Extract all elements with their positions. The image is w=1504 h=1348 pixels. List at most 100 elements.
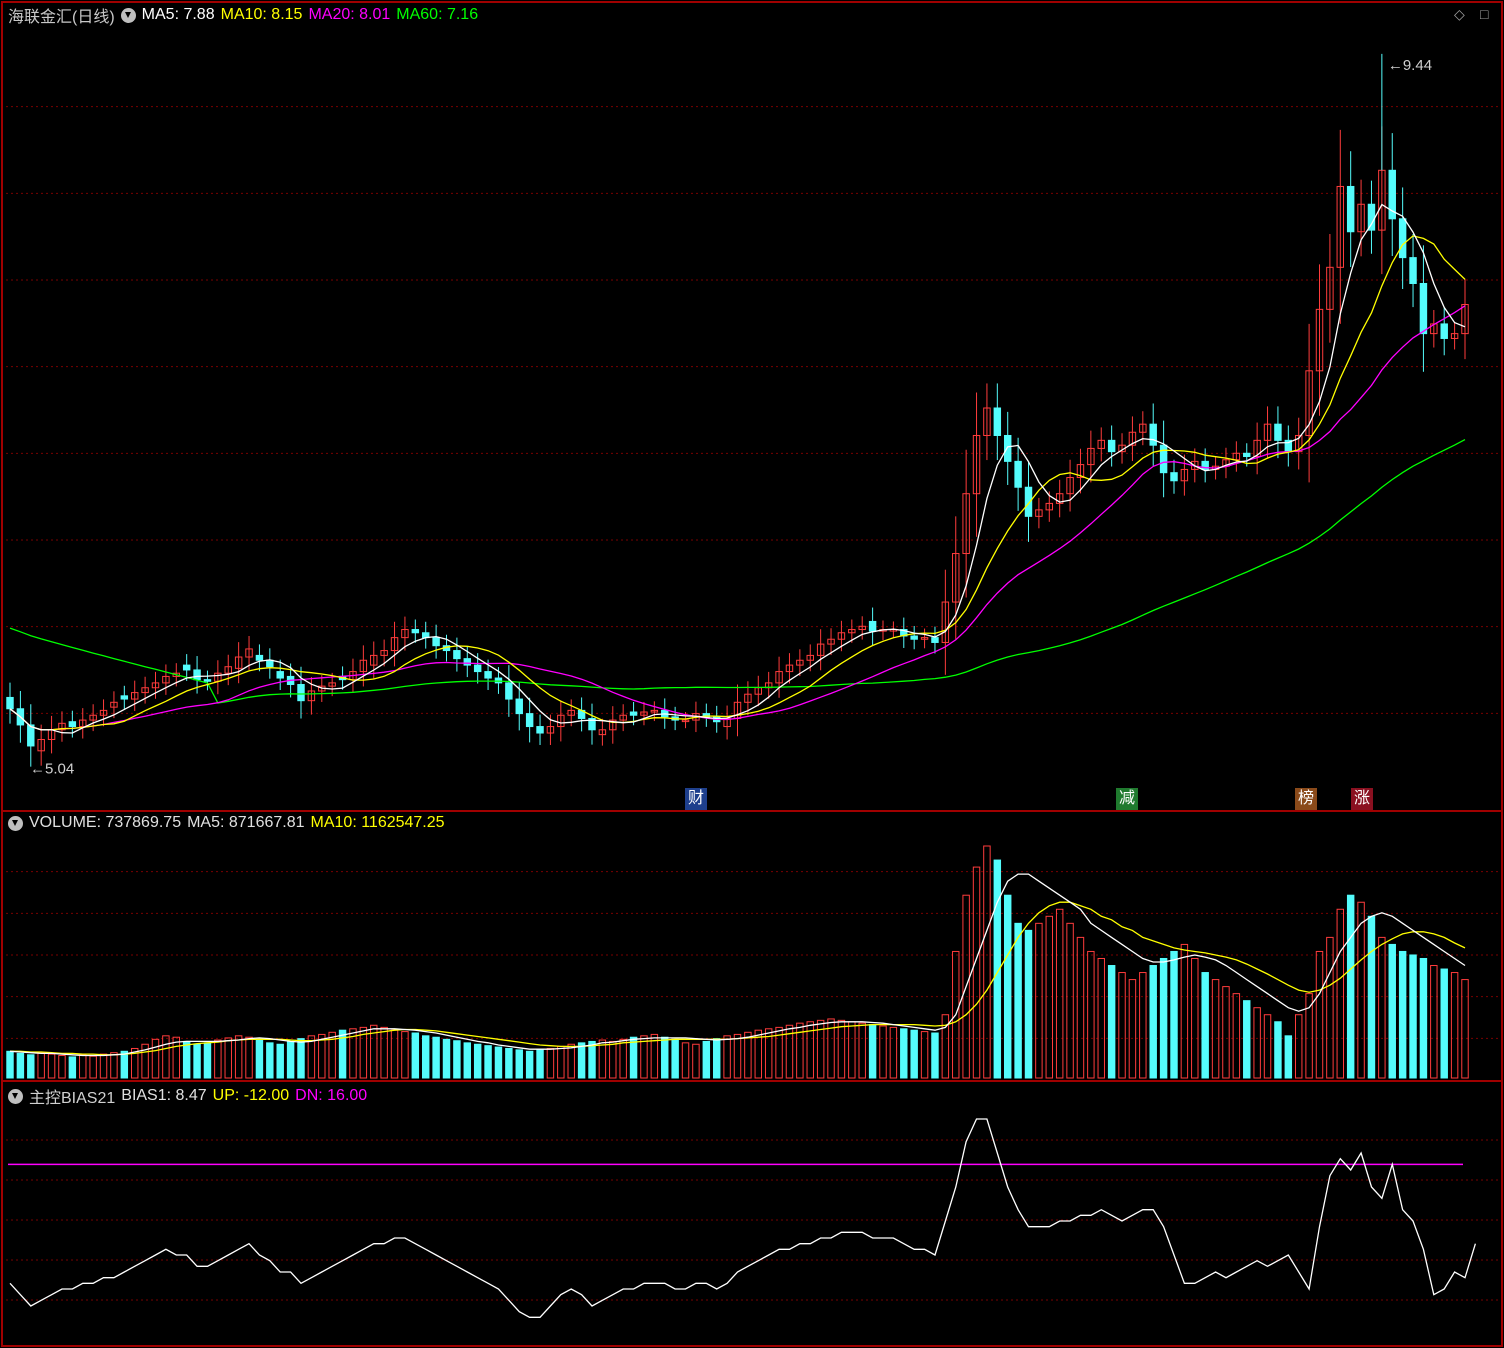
bias-panel-header: 主控BIAS21 BIAS1: 8.47 UP: -12.00 DN: 16.0… xyxy=(8,1084,367,1108)
volume-bar xyxy=(297,1038,305,1079)
tag-rise[interactable]: 涨 xyxy=(1351,788,1373,810)
tag-reduce[interactable]: 减 xyxy=(1116,788,1138,810)
volume-bar xyxy=(1180,943,1189,1079)
candle-body xyxy=(203,679,212,682)
candle-body xyxy=(1346,185,1355,233)
volume-bar xyxy=(900,1028,908,1079)
bias-settings-icon[interactable] xyxy=(8,1088,23,1104)
volume-bar xyxy=(1128,979,1137,1079)
volume-bar xyxy=(318,1033,326,1079)
volume-bar xyxy=(1139,972,1147,1079)
volume-bar xyxy=(1107,965,1116,1079)
candle-body xyxy=(1024,486,1033,517)
settings-icon[interactable] xyxy=(120,7,136,23)
tag-list[interactable]: 榜 xyxy=(1295,788,1317,810)
candle-body xyxy=(193,669,201,681)
volume-bar xyxy=(1346,894,1355,1079)
volume-bar xyxy=(1035,922,1043,1079)
volume-bar xyxy=(120,1050,129,1079)
stock-name: 海联金汇(日线) xyxy=(8,9,115,26)
candle-body xyxy=(484,671,492,679)
volume-bar xyxy=(286,1040,295,1079)
ma20-readout: MA20: 8.01 xyxy=(308,6,391,23)
candle-body xyxy=(1149,423,1157,446)
volume-bar xyxy=(1003,894,1012,1079)
ma60-readout: MA60: 7.16 xyxy=(396,6,479,23)
candle-body xyxy=(1274,423,1282,441)
volume-bar xyxy=(536,1049,544,1079)
volume-bar xyxy=(1253,1007,1261,1079)
volume-bar xyxy=(858,1022,866,1079)
volume-bar xyxy=(1024,929,1033,1079)
volume-bar xyxy=(1450,972,1459,1079)
candle-body xyxy=(27,724,35,747)
volume-bar xyxy=(837,1019,846,1079)
ma5-readout: MA5: 7.88 xyxy=(141,6,215,23)
candle-body xyxy=(463,658,472,666)
volume-bar xyxy=(1378,936,1386,1079)
volume-bar xyxy=(712,1038,721,1079)
volume-bar xyxy=(931,1032,939,1079)
volume-bar xyxy=(255,1038,264,1079)
price-panel-header: 海联金汇(日线) MA5: 7.88 MA10: 8.15 MA20: 8.01… xyxy=(8,3,478,27)
volume-bar xyxy=(1305,993,1313,1079)
volume-bar xyxy=(27,1054,35,1079)
volume-bar xyxy=(432,1036,440,1079)
candle-body xyxy=(1014,460,1022,488)
volume-settings-icon[interactable] xyxy=(8,815,23,831)
candle-body xyxy=(6,696,14,710)
diamond-icon[interactable]: ◇ xyxy=(1454,6,1465,23)
volume-bar xyxy=(390,1029,399,1079)
volume-bar xyxy=(68,1056,77,1079)
candle-body xyxy=(1409,257,1417,284)
candle-body xyxy=(473,664,482,673)
candle-body xyxy=(1440,323,1448,339)
volume-bar xyxy=(37,1052,45,1079)
volume-bar xyxy=(1440,968,1448,1079)
candle-body xyxy=(868,620,877,632)
volume-bar xyxy=(848,1021,856,1079)
volume-bar xyxy=(1149,965,1157,1079)
candle-body xyxy=(1003,434,1012,462)
volume-bar xyxy=(879,1025,887,1079)
volume-bar xyxy=(234,1035,243,1079)
volume-bar xyxy=(453,1040,461,1079)
candle-body xyxy=(453,650,461,660)
candle-body xyxy=(910,635,918,640)
volume-bar xyxy=(276,1043,284,1079)
volume-bar xyxy=(1336,908,1345,1079)
volume-bar xyxy=(567,1043,575,1079)
volume-bar xyxy=(702,1040,711,1079)
volume-bar xyxy=(172,1036,181,1079)
volume-bar xyxy=(473,1043,482,1079)
volume-bar xyxy=(1284,1035,1293,1079)
volume-bar xyxy=(214,1039,222,1079)
volume-bar xyxy=(266,1042,274,1079)
volume-bar xyxy=(629,1036,638,1079)
volume-bar xyxy=(671,1038,679,1079)
price-low-label: ←5.04 xyxy=(30,760,74,777)
candle-body xyxy=(1170,472,1178,482)
volume-bar xyxy=(1014,922,1022,1079)
volume-bar xyxy=(1087,950,1095,1079)
volume-bar xyxy=(245,1036,253,1079)
candle-body xyxy=(515,698,523,715)
square-icon[interactable]: □ xyxy=(1480,6,1488,22)
volume-bar xyxy=(661,1036,669,1079)
volume-bar xyxy=(1357,901,1365,1079)
ma10-readout: MA10: 8.15 xyxy=(220,6,303,23)
candle-body xyxy=(993,407,1002,436)
candle-body xyxy=(432,637,440,647)
volume-bar xyxy=(99,1053,108,1079)
volume-bar xyxy=(515,1049,523,1079)
bias-dn-readout: DN: 16.00 xyxy=(295,1087,368,1104)
volume-bar xyxy=(681,1042,690,1079)
tag-finance[interactable]: 财 xyxy=(685,788,707,810)
volume-bar xyxy=(380,1026,388,1079)
volume-bar xyxy=(203,1042,212,1079)
volume-bar xyxy=(421,1035,430,1079)
volume-bar xyxy=(1243,1000,1251,1079)
candlestick-chart: ←9.44 ←5.04 xyxy=(1,1,1503,1347)
bias-indicator-name: 主控BIAS21 xyxy=(29,1090,116,1107)
candle-body xyxy=(1398,218,1407,259)
